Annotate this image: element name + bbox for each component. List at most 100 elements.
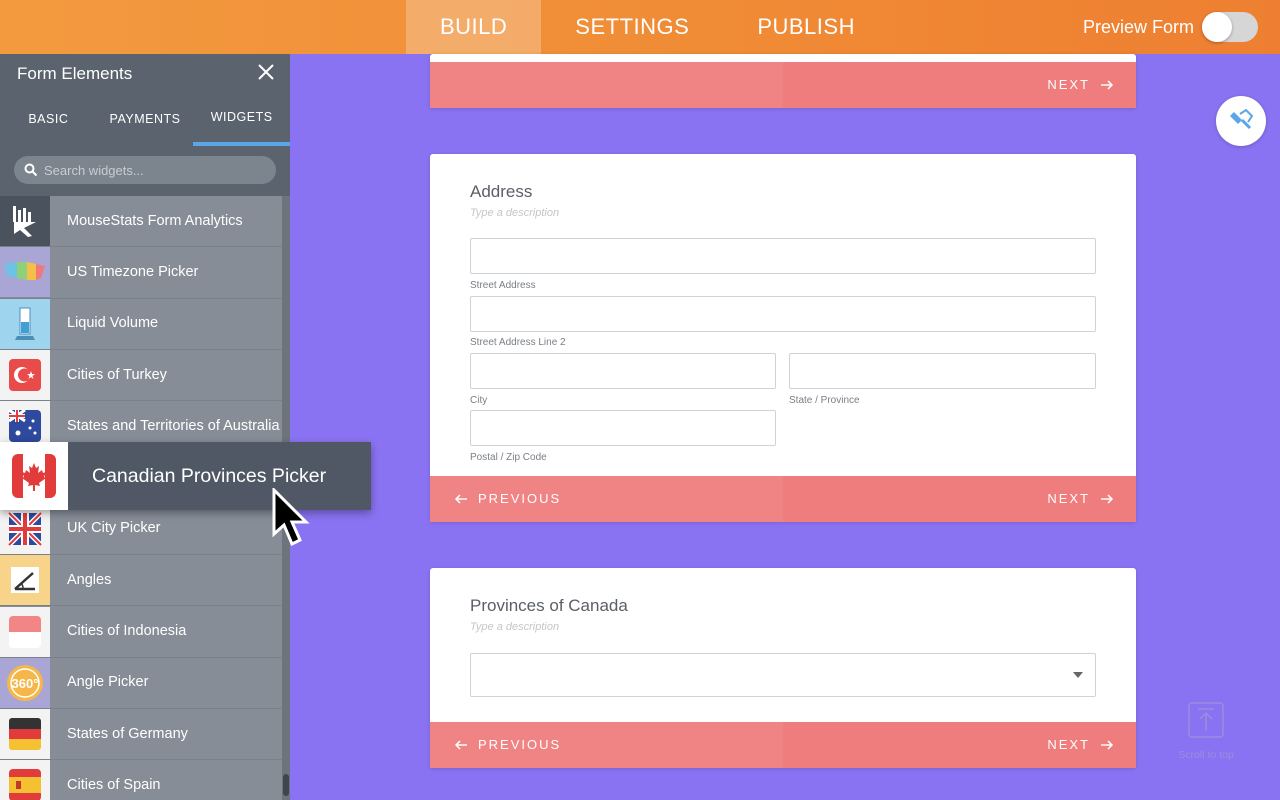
svg-text:360°: 360° [12,676,39,691]
close-icon[interactable] [256,62,276,82]
preview-form-control: Preview Form [1083,12,1258,42]
dragged-widget-label: Canadian Provinces Picker [92,464,327,487]
main-nav: BUILD SETTINGS PUBLISH [406,0,889,54]
previous-label: PREVIOUS [478,491,562,506]
arrow-right-icon [1101,739,1114,750]
next-label: NEXT [1047,737,1090,752]
widget-liquid-volume[interactable]: Liquid Volume [0,298,282,350]
scroll-to-top[interactable]: Scroll to top [1172,702,1240,761]
scroll-to-top-label: Scroll to top [1178,749,1234,761]
street-address-line2-input[interactable] [470,296,1096,332]
next-button[interactable]: NEXT [1047,491,1114,506]
tab-settings[interactable]: SETTINGS [541,0,723,54]
mouse-cursor-icon [272,488,310,547]
sidebar-tabs: BASIC PAYMENTS WIDGETS [0,92,290,146]
nav-right-half: NEXT [783,476,1136,522]
widget-uk-city[interactable]: UK City Picker [0,503,282,556]
next-label: NEXT [1047,77,1090,92]
widget-mousestats[interactable]: MouseStats Form Analytics [0,196,282,248]
nav-left-half: PREVIOUS [430,476,783,522]
list-item-label: Angle Picker [67,674,149,691]
previous-label: PREVIOUS [478,737,562,752]
dragged-widget[interactable]: Canadian Provinces Picker [0,442,371,510]
search-icon [24,163,38,177]
canada-flag-icon [0,442,68,510]
preview-form-toggle[interactable] [1202,12,1258,42]
card-navigation: PREVIOUS NEXT [430,722,1136,768]
list-item-label: Angles [67,571,112,588]
postal-code-label: Postal / Zip Code [470,452,547,463]
arrow-right-icon [1101,79,1114,90]
mousestats-icon [0,196,50,247]
form-designer-button[interactable] [1216,96,1266,146]
field-description[interactable]: Type a description [470,207,559,219]
widget-cities-spain[interactable]: Cities of Spain [0,760,282,800]
address-card: Address Type a description Street Addres… [430,154,1136,522]
360-icon: 360° [0,657,50,708]
nav-left-half: PREVIOUS [430,722,783,768]
angle-icon [0,555,50,606]
list-item-label: US Timezone Picker [67,263,199,280]
arrow-left-icon [454,493,467,504]
widget-angle-picker[interactable]: 360° Angle Picker [0,657,282,709]
search-box [14,156,276,184]
field-title[interactable]: Address [470,182,532,202]
uk-flag-icon [0,503,50,554]
next-button[interactable]: NEXT [1047,77,1114,92]
field-title[interactable]: Provinces of Canada [470,596,628,616]
widget-search [0,146,290,196]
indonesia-flag-icon [0,606,50,657]
street-address-label: Street Address [470,280,536,291]
previous-button[interactable]: PREVIOUS [454,491,561,506]
beaker-icon [0,298,50,349]
field-description[interactable]: Type a description [470,621,559,633]
dropdown-caret-icon [1073,672,1083,678]
tab-publish[interactable]: PUBLISH [723,0,889,54]
list-item-label: States of Germany [67,725,188,742]
street-address-input[interactable] [470,238,1096,274]
nav-right-half: NEXT [783,722,1136,768]
nav-right-half: NEXT [783,62,1136,108]
postal-code-input[interactable] [470,410,776,446]
card-navigation: PREVIOUS NEXT [430,476,1136,522]
list-item-label: Cities of Turkey [67,366,167,383]
form-card-previous: NEXT [430,54,1136,108]
germany-flag-icon [0,709,50,760]
list-item-label: Cities of Indonesia [67,623,187,640]
provinces-card: Provinces of Canada Type a description P… [430,568,1136,768]
arrow-left-icon [454,739,467,750]
widget-angles[interactable]: Angles [0,555,282,607]
scroll-to-top-icon [1188,702,1224,738]
widget-states-germany[interactable]: States of Germany [0,709,282,761]
sidebar-title: Form Elements [17,64,133,83]
top-bar: BUILD SETTINGS PUBLISH Preview Form [0,0,1280,54]
spain-flag-icon [0,760,50,800]
widget-cities-indonesia[interactable]: Cities of Indonesia [0,606,282,658]
previous-button[interactable]: PREVIOUS [454,737,561,752]
next-button[interactable]: NEXT [1047,737,1114,752]
list-item-label: UK City Picker [67,520,161,537]
us-map-icon [0,247,50,298]
widget-cities-turkey[interactable]: Cities of Turkey [0,350,282,402]
state-label: State / Province [789,395,860,406]
tab-widgets[interactable]: WIDGETS [193,92,290,146]
widget-us-timezone[interactable]: US Timezone Picker [0,247,282,299]
search-input[interactable] [44,156,269,184]
list-item-label: Liquid Volume [67,315,159,332]
list-item-label: Cities of Spain [67,776,161,793]
paint-roller-icon [1230,108,1254,130]
next-label: NEXT [1047,491,1090,506]
street-address-line2-label: Street Address Line 2 [470,337,566,348]
list-item-label: States and Territories of Australia [67,417,280,434]
province-select[interactable] [470,653,1096,697]
tab-basic[interactable]: BASIC [0,92,97,146]
scrollbar-thumb[interactable] [283,774,289,796]
tab-payments[interactable]: PAYMENTS [97,92,194,146]
toggle-knob [1202,12,1232,42]
arrow-right-icon [1101,493,1114,504]
state-input[interactable] [789,353,1096,389]
tab-build[interactable]: BUILD [406,0,542,54]
city-label: City [470,395,488,406]
city-input[interactable] [470,353,776,389]
list-item-label: MouseStats Form Analytics [67,212,243,229]
